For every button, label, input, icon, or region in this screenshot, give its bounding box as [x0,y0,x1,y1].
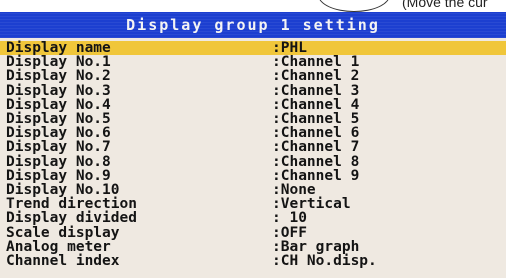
setting-row-display-no-1[interactable]: Display No.1 :Channel 1 [0,54,506,71]
setting-row-display-no-4[interactable]: Display No.4 :Channel 4 [0,96,506,113]
setting-value: : 10 [272,210,307,227]
setting-label: Display No.8 [6,153,111,170]
callout-bubble [318,0,390,12]
setting-row-display-no-10[interactable]: Display No.10 :None [0,181,506,198]
setting-row-display-no-6[interactable]: Display No.6 :Channel 6 [0,125,506,142]
setting-label: Display No.10 [6,181,120,198]
setting-row-display-name[interactable]: Display name :PHL [0,41,506,55]
setting-value: :Channel 5 [272,111,360,128]
setting-label: Display name [6,40,111,57]
setting-label: Display No.3 [6,82,111,99]
setting-row-display-divided[interactable]: Display divided : 10 [0,210,506,227]
annotation-text: (Move the cur [402,0,488,10]
setting-value: :PHL [272,40,307,57]
setting-value: :None [272,181,316,198]
setting-row-trend-direction[interactable]: Trend direction :Vertical [0,196,506,213]
setting-row-scale-display[interactable]: Scale display :OFF [0,224,506,241]
setting-row-display-no-7[interactable]: Display No.7 :Channel 7 [0,139,506,156]
setting-label: Display divided [6,210,137,227]
setting-row-analog-meter[interactable]: Analog meter :Bar graph [0,238,506,255]
setting-value: :Channel 6 [272,125,360,142]
setting-label: Scale display [6,224,120,241]
setting-label: Display No.2 [6,68,111,85]
setting-value: :OFF [272,224,307,241]
setting-label: Trend direction [6,196,137,213]
setting-label: Display No.5 [6,111,111,128]
screen-title: Display group 1 setting [126,16,380,34]
setting-label: Display No.6 [6,125,111,142]
setting-label: Channel index [6,252,120,269]
setting-row-display-no-9[interactable]: Display No.9 :Channel 9 [0,167,506,184]
setting-label: Display No.4 [6,96,111,113]
display-screen: Display group 1 setting Display name :PH… [0,12,506,278]
setting-label: Display No.1 [6,54,111,71]
setting-row-display-no-2[interactable]: Display No.2 :Channel 2 [0,68,506,85]
setting-value: :Channel 2 [272,68,360,85]
setting-value: :Bar graph [272,238,360,255]
setting-value: :Channel 1 [272,54,360,71]
top-annotation: (Move the cur [0,0,520,12]
setting-value: :CH No.disp. [272,252,377,269]
setting-value: :Channel 9 [272,167,360,184]
setting-value: :Channel 8 [272,153,360,170]
settings-list: Display name :PHL Display No.1 :Channel … [0,41,506,268]
setting-value: :Channel 3 [272,82,360,99]
setting-row-channel-index[interactable]: Channel index :CH No.disp. [0,252,506,269]
setting-row-display-no-3[interactable]: Display No.3 :Channel 3 [0,82,506,99]
setting-value: :Channel 4 [272,96,360,113]
setting-label: Display No.7 [6,139,111,156]
setting-label: Analog meter [6,238,111,255]
setting-row-display-no-5[interactable]: Display No.5 :Channel 5 [0,111,506,128]
setting-value: :Channel 7 [272,139,360,156]
setting-label: Display No.9 [6,167,111,184]
setting-row-display-no-8[interactable]: Display No.8 :Channel 8 [0,153,506,170]
title-bar: Display group 1 setting [0,12,506,38]
setting-value: :Vertical [272,196,351,213]
